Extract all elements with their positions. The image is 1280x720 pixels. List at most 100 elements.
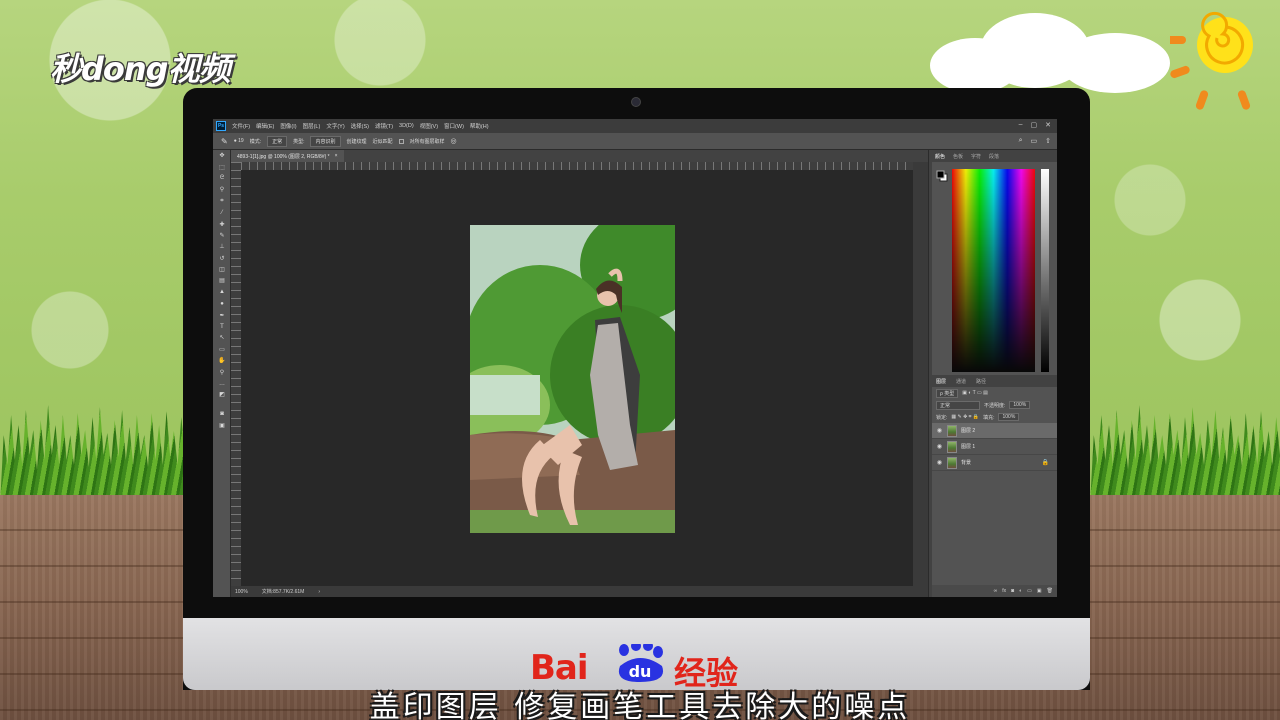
quick-select-tool-icon[interactable]: ⚲ bbox=[213, 184, 231, 195]
proximity-match-button[interactable]: 近似匹配 bbox=[373, 138, 393, 145]
opacity-label: 不透明度: bbox=[984, 402, 1006, 409]
add-mask-icon[interactable]: ◙ bbox=[1011, 588, 1014, 594]
tab-channels[interactable]: 通道 bbox=[956, 378, 966, 385]
menu-item-file[interactable]: 文件(F) bbox=[232, 122, 250, 130]
color-swatches-icon[interactable]: ◩ bbox=[213, 389, 231, 400]
sample-all-layers-checkbox[interactable] bbox=[398, 138, 404, 144]
clone-stamp-tool-icon[interactable]: ⊥ bbox=[213, 241, 231, 252]
layer-filter-select[interactable]: ρ 类型 bbox=[936, 388, 959, 398]
history-brush-tool-icon[interactable]: ↺ bbox=[213, 253, 231, 264]
eyedropper-tool-icon[interactable]: ⁄ bbox=[213, 207, 231, 218]
menu-item-filter[interactable]: 滤镜(T) bbox=[375, 122, 393, 130]
fill-input[interactable]: 100% bbox=[998, 413, 1020, 421]
new-layer-icon[interactable]: ▣ bbox=[1037, 588, 1042, 594]
baidu-jingyan-logo: Bai du 经验 bbox=[530, 622, 770, 692]
menu-item-window[interactable]: 窗口(W) bbox=[444, 122, 464, 130]
menu-item-layer[interactable]: 图层(L) bbox=[303, 122, 321, 130]
healing-brush-icon[interactable]: ✎ bbox=[221, 137, 228, 146]
more-tools-icon[interactable]: … bbox=[213, 378, 231, 389]
maximize-icon[interactable]: ▢ bbox=[1031, 121, 1038, 129]
blur-tool-icon[interactable]: ▲ bbox=[213, 287, 231, 298]
layer-row-layer2[interactable]: ◉ 图层 2 bbox=[932, 423, 1057, 439]
layer-style-icon[interactable]: fx bbox=[1002, 588, 1006, 594]
blend-mode-select[interactable]: 正常 bbox=[936, 400, 980, 410]
menu-item-image[interactable]: 图像(I) bbox=[280, 122, 296, 130]
color-panel-tabs: 颜色 色板 字符 段落 bbox=[932, 150, 1057, 162]
status-arrow-icon[interactable]: › bbox=[318, 589, 320, 595]
brush-tool-icon[interactable]: ✎ bbox=[213, 230, 231, 241]
canvas-area[interactable] bbox=[241, 170, 913, 586]
pressure-icon[interactable]: ◎ bbox=[451, 137, 457, 145]
layer-name: 图层 2 bbox=[961, 428, 976, 434]
pen-tool-icon[interactable]: ✒ bbox=[213, 309, 231, 320]
share-icon[interactable]: ⇧ bbox=[1045, 137, 1051, 145]
camera-icon bbox=[631, 97, 641, 107]
healing-brush-tool-icon[interactable]: ✚ bbox=[213, 218, 231, 229]
baidu-du-text: du bbox=[629, 662, 652, 681]
minimize-icon[interactable]: – bbox=[1019, 121, 1023, 129]
foreground-background-icon[interactable] bbox=[936, 170, 948, 182]
zoom-level[interactable]: 100% bbox=[235, 589, 248, 595]
menu-item-edit[interactable]: 编辑(E) bbox=[256, 122, 274, 130]
layer-thumbnail bbox=[947, 456, 957, 469]
document-size: 文档:857.7K/2.61M bbox=[261, 589, 305, 595]
close-tab-icon[interactable]: × bbox=[335, 153, 338, 159]
dodge-tool-icon[interactable]: ● bbox=[213, 298, 231, 309]
move-tool-icon[interactable]: ✥ bbox=[213, 150, 231, 161]
marquee-tool-icon[interactable]: ⬚ bbox=[213, 161, 231, 172]
girl-photo bbox=[470, 225, 675, 533]
window-controls: – ▢ ✕ bbox=[1019, 121, 1051, 129]
mode-select[interactable]: 正常 bbox=[267, 135, 288, 147]
mode-label: 模式: bbox=[249, 138, 262, 145]
eye-icon[interactable]: ◉ bbox=[936, 443, 943, 450]
layer-row-background[interactable]: ◉ 背景 🔒 bbox=[932, 455, 1057, 471]
tab-paths[interactable]: 路径 bbox=[976, 378, 986, 385]
create-texture-button[interactable]: 创建纹理 bbox=[347, 138, 367, 145]
quick-mask-icon[interactable]: ◙ bbox=[213, 409, 231, 420]
menu-item-help[interactable]: 帮助(H) bbox=[470, 122, 489, 130]
lock-icons[interactable]: ▦ ✎ ✥ ⌗ 🔒 bbox=[951, 414, 979, 420]
crop-tool-icon[interactable]: ⌗ bbox=[213, 196, 231, 207]
layer-row-layer1[interactable]: ◉ 图层 1 bbox=[932, 439, 1057, 455]
document-tab[interactable]: 4893-1[1].jpg @ 100% (图层 2, RGB/8#) * × bbox=[231, 150, 344, 162]
tab-character[interactable]: 字符 bbox=[971, 153, 981, 160]
hand-tool-icon[interactable]: ✋ bbox=[213, 355, 231, 366]
gradient-tool-icon[interactable]: ▤ bbox=[213, 275, 231, 286]
workspace-icon[interactable]: ▭ bbox=[1031, 137, 1038, 145]
lasso-tool-icon[interactable]: ᘓ bbox=[213, 173, 231, 184]
eraser-tool-icon[interactable]: ◫ bbox=[213, 264, 231, 275]
shape-tool-icon[interactable]: ▭ bbox=[213, 344, 231, 355]
new-group-icon[interactable]: ▭ bbox=[1027, 588, 1032, 594]
filter-icons[interactable]: ▣ ◐ T ▭ ▤ bbox=[962, 390, 988, 396]
tab-paragraph[interactable]: 段落 bbox=[989, 153, 999, 160]
eye-icon[interactable]: ◉ bbox=[936, 427, 943, 434]
document-image[interactable] bbox=[470, 225, 675, 533]
opacity-input[interactable]: 100% bbox=[1009, 401, 1031, 409]
zoom-tool-icon[interactable]: ⚲ bbox=[213, 366, 231, 377]
menu-item-type[interactable]: 文字(Y) bbox=[326, 122, 344, 130]
screen-mode-icon[interactable]: ▣ bbox=[213, 420, 231, 431]
tab-swatches[interactable]: 色板 bbox=[953, 153, 963, 160]
gray-slider[interactable] bbox=[1041, 169, 1049, 372]
search-icon[interactable]: ⌕ bbox=[1019, 137, 1023, 145]
close-icon[interactable]: ✕ bbox=[1045, 121, 1051, 129]
lock-icon: 🔒 bbox=[1041, 460, 1049, 466]
menu-item-3d[interactable]: 3D(D) bbox=[399, 123, 414, 129]
tab-layers[interactable]: 图层 bbox=[936, 378, 946, 385]
right-panels: 颜色 色板 字符 段落 图层 通道 路径 ρ 类型 ▣ ◐ T ▭ ▤ 正常 不… bbox=[932, 150, 1057, 597]
menu-item-view[interactable]: 视图(V) bbox=[420, 122, 438, 130]
link-layers-icon[interactable]: ∞ bbox=[994, 588, 998, 594]
menu-item-select[interactable]: 选择(S) bbox=[351, 122, 369, 130]
vertical-scrollbar[interactable] bbox=[913, 162, 928, 586]
document-tab-bar: 4893-1[1].jpg @ 100% (图层 2, RGB/8#) * × bbox=[231, 150, 928, 162]
type-tool-icon[interactable]: T bbox=[213, 321, 231, 332]
delete-layer-icon[interactable]: 🗑 bbox=[1047, 588, 1053, 594]
color-spectrum[interactable] bbox=[952, 169, 1035, 372]
adjustment-layer-icon[interactable]: ◐ bbox=[1019, 588, 1022, 594]
content-aware-button[interactable]: 内容识别 bbox=[310, 135, 341, 147]
eye-icon[interactable]: ◉ bbox=[936, 459, 943, 466]
brush-preset-picker[interactable]: ● 19 bbox=[234, 138, 244, 144]
layer-thumbnail bbox=[947, 440, 957, 453]
path-select-tool-icon[interactable]: ↖ bbox=[213, 332, 231, 343]
tab-color[interactable]: 颜色 bbox=[935, 153, 945, 160]
